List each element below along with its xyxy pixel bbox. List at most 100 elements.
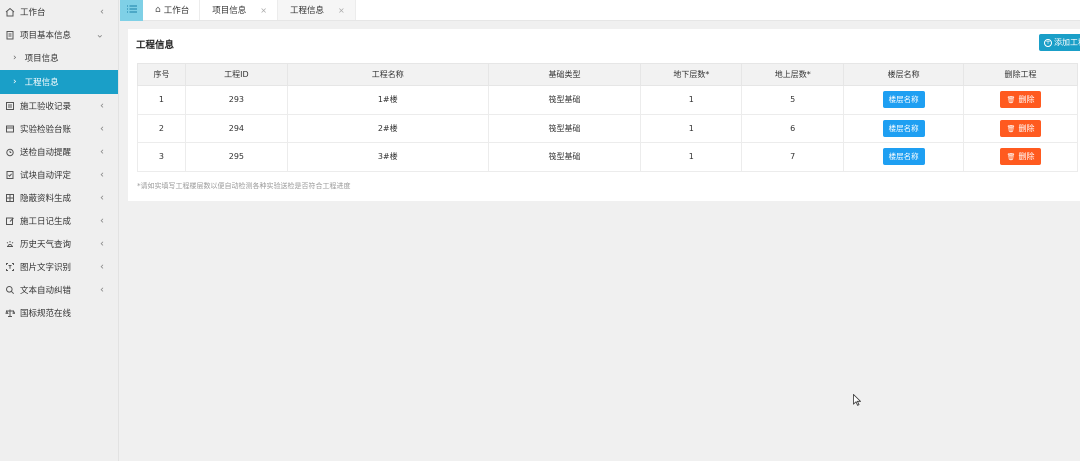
- column-header: 楼层名称: [843, 63, 965, 86]
- sidebar-item-concealed-docs[interactable]: 隐蔽资料生成 ‹: [0, 186, 118, 209]
- chevron-left-icon: ‹: [100, 238, 104, 249]
- cell-aboveground-floors: 5: [741, 85, 845, 115]
- close-icon[interactable]: ×: [338, 6, 345, 15]
- alarm-clock-icon: [4, 146, 16, 158]
- chevron-left-icon: ‹: [100, 284, 104, 295]
- sidebar-item-label: 试块自动评定: [20, 170, 72, 181]
- record-icon: [4, 100, 16, 112]
- plus-circle-icon: +: [1044, 38, 1052, 47]
- cell-base-type: 筏型基础: [487, 142, 642, 172]
- cell-id: 294: [184, 113, 288, 143]
- sidebar-subitem-label: 工程信息: [24, 78, 59, 88]
- tab-label: 工程信息: [289, 6, 324, 16]
- column-header: 工程ID: [184, 63, 288, 86]
- sidebar-item-workbench[interactable]: 工作台 ‹: [0, 0, 118, 23]
- delete-button[interactable]: 🗑 删除: [999, 119, 1042, 137]
- document-check-icon: [4, 169, 16, 181]
- sidebar-item-national-standards[interactable]: 国标规范在线: [0, 301, 118, 324]
- sidebar-item-label: 项目基本信息: [20, 30, 72, 41]
- cell-underground-floors: 1: [640, 113, 743, 143]
- ledger-icon: [4, 123, 16, 135]
- tab-bar: ⌂ 工作台 项目信息 × 工程信息 ×: [120, 0, 1080, 21]
- cell-name: 3#楼: [286, 142, 489, 172]
- text-scan-icon: [4, 261, 16, 273]
- cell-no: 1: [137, 85, 186, 115]
- trash-icon: 🗑: [1006, 153, 1016, 162]
- cell-floor-name: 楼层名称: [843, 85, 965, 115]
- chevron-left-icon: ‹: [100, 146, 104, 157]
- trash-icon: 🗑: [1006, 124, 1016, 133]
- tab-workbench[interactable]: ⌂ 工作台: [143, 0, 201, 20]
- tab-label: 工作台: [163, 6, 190, 16]
- table-header-row: 序号 工程ID 工程名称 基础类型 地下层数* 地上层数* 楼层名称 删除工程: [137, 63, 1078, 86]
- chevron-right-icon: ›: [13, 77, 17, 87]
- sidebar-subitem-label: 项目信息: [24, 54, 59, 64]
- sidebar-item-label: 施工验收记录: [20, 101, 72, 112]
- column-header: 删除工程: [963, 63, 1078, 86]
- chevron-left-icon: ‹: [100, 100, 104, 111]
- delete-label: 删除: [1018, 152, 1035, 162]
- cell-name: 2#楼: [286, 113, 489, 143]
- delete-button[interactable]: 🗑 删除: [999, 91, 1042, 109]
- floor-name-button[interactable]: 楼层名称: [882, 148, 925, 166]
- chevron-left-icon: ‹: [100, 6, 104, 17]
- cell-aboveground-floors: 6: [741, 113, 845, 143]
- column-header: 工程名称: [286, 63, 489, 86]
- cell-delete: 🗑 删除: [963, 113, 1078, 143]
- cell-delete: 🗑 删除: [963, 142, 1078, 172]
- grid-icon: [4, 192, 16, 204]
- chevron-left-icon: ‹: [100, 169, 104, 180]
- tab-engineering-info[interactable]: 工程信息 ×: [277, 0, 356, 20]
- sidebar-item-construction-diary[interactable]: 施工日记生成 ‹: [0, 209, 118, 232]
- add-engineering-button[interactable]: + 添加工程: [1039, 34, 1080, 51]
- cell-base-type: 筏型基础: [487, 85, 642, 115]
- floor-name-button[interactable]: 楼层名称: [882, 119, 925, 137]
- menu-toggle-button[interactable]: [120, 0, 143, 21]
- sidebar-item-label: 国标规范在线: [20, 308, 72, 319]
- sidebar-item-label: 隐蔽资料生成: [20, 193, 72, 204]
- sidebar-item-image-ocr[interactable]: 图片文字识别 ‹: [0, 255, 118, 278]
- sidebar-item-label: 图片文字识别: [20, 262, 72, 273]
- chevron-down-icon: ⌄: [95, 29, 104, 40]
- cell-id: 293: [184, 85, 288, 115]
- column-header: 序号: [137, 63, 186, 86]
- table-row: 3 295 3#楼 筏型基础 1 7 楼层名称 🗑 删除: [137, 142, 1078, 172]
- sidebar-item-label: 送检自动提醒: [20, 147, 72, 158]
- sidebar-item-label: 历史天气查询: [20, 239, 72, 250]
- home-icon: ⌂: [155, 5, 161, 15]
- cell-aboveground-floors: 7: [741, 142, 845, 172]
- clipboard-icon: [4, 29, 16, 41]
- edit-doc-icon: [4, 215, 16, 227]
- tab-label: 项目信息: [212, 6, 247, 16]
- floor-name-button[interactable]: 楼层名称: [882, 91, 925, 109]
- sidebar-item-construction-acceptance[interactable]: 施工验收记录 ‹: [0, 94, 118, 117]
- close-icon[interactable]: ×: [260, 6, 267, 15]
- floor-count-note: *请如实填写工程楼层数以便自动检测各种实验送检是否符合工程进度: [137, 182, 351, 190]
- sidebar-item-inspection-reminder[interactable]: 送检自动提醒 ‹: [0, 140, 118, 163]
- chevron-left-icon: ‹: [100, 192, 104, 203]
- trash-icon: 🗑: [1006, 96, 1016, 105]
- sidebar-item-label: 工作台: [20, 7, 46, 18]
- balance-icon: [4, 307, 16, 319]
- sidebar-subitem-engineering-info[interactable]: › 工程信息: [0, 70, 118, 94]
- sidebar-item-specimen-evaluation[interactable]: 试块自动评定 ‹: [0, 163, 118, 186]
- chevron-left-icon: ‹: [100, 123, 104, 134]
- page-title: 工程信息: [136, 40, 175, 51]
- table-row: 2 294 2#楼 筏型基础 1 6 楼层名称 🗑 删除: [137, 113, 1078, 143]
- sidebar-item-project-basic-info[interactable]: 项目基本信息 ⌄: [0, 23, 118, 46]
- sidebar-item-text-correction[interactable]: 文本自动纠错 ‹: [0, 278, 118, 301]
- tab-project-info[interactable]: 项目信息 ×: [200, 0, 278, 20]
- sidebar-item-weather-history[interactable]: 历史天气查询 ‹: [0, 232, 118, 255]
- engineering-table: 序号 工程ID 工程名称 基础类型 地下层数* 地上层数* 楼层名称 删除工程 …: [137, 63, 1078, 172]
- chevron-left-icon: ‹: [100, 261, 104, 272]
- chevron-left-icon: ‹: [100, 215, 104, 226]
- sidebar-item-label: 实验检验台账: [20, 124, 72, 135]
- weather-icon: [4, 238, 16, 250]
- sidebar-item-test-ledger[interactable]: 实验检验台账 ‹: [0, 117, 118, 140]
- cell-underground-floors: 1: [640, 85, 743, 115]
- sidebar-subitem-project-info[interactable]: › 项目信息: [0, 46, 118, 70]
- column-header: 地上层数*: [741, 63, 845, 86]
- sidebar-item-label: 文本自动纠错: [20, 285, 72, 296]
- delete-button[interactable]: 🗑 删除: [999, 148, 1042, 166]
- table-row: 1 293 1#楼 筏型基础 1 5 楼层名称 🗑 删除: [137, 85, 1078, 115]
